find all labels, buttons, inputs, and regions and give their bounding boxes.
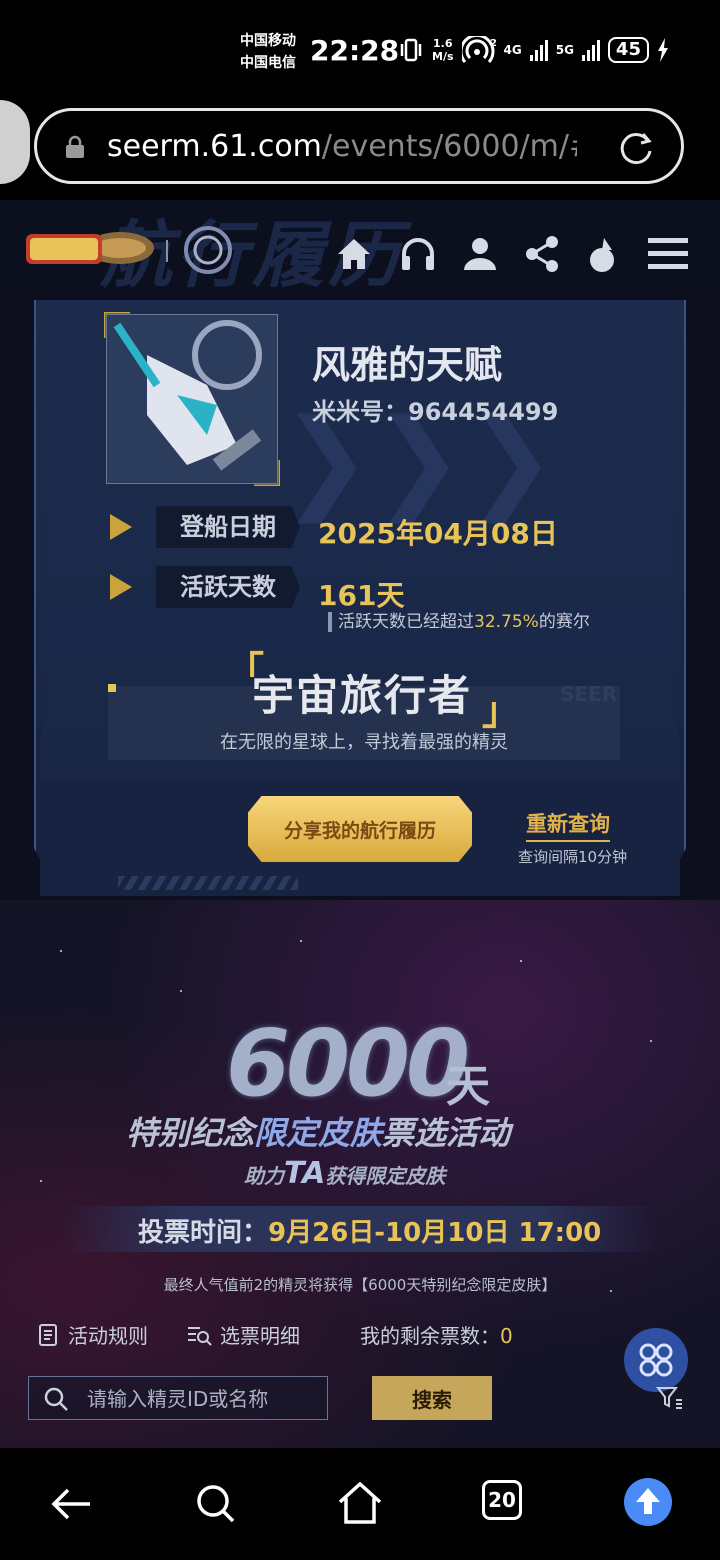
scroll-up-button[interactable] [624, 1478, 672, 1526]
carrier-2: 中国电信 [240, 55, 296, 71]
user-icon[interactable] [460, 234, 500, 274]
remaining-tickets: 我的剩余票数：0 [360, 1324, 513, 1348]
stripe-decoration [118, 876, 298, 890]
spirit-search-box[interactable] [28, 1376, 328, 1420]
signal-1-label: 4G [503, 43, 522, 57]
lock-icon [66, 135, 84, 158]
requery-link[interactable]: 重新查询 [526, 808, 610, 842]
event-title: 特别纪念限定皮肤票选活动 [126, 1114, 511, 1152]
scroll-up-icon [636, 1488, 660, 1514]
hotspot-icon: 2 [461, 36, 496, 63]
carrier-labels: 中国移动 中国电信 [240, 30, 296, 74]
user-name: 风雅的天赋 [312, 343, 503, 387]
signal-2-label: 5G [555, 43, 574, 57]
headset-icon[interactable] [398, 234, 438, 274]
browser-bottom-bar: 20 [0, 1448, 720, 1560]
share-icon[interactable] [522, 234, 562, 274]
vote-details-link[interactable]: 选票明细 [186, 1320, 300, 1349]
filter-icon[interactable] [656, 1384, 684, 1412]
search-icon [44, 1387, 68, 1411]
arrow-icon [110, 514, 132, 540]
event-big-suffix: 天 [446, 1061, 490, 1112]
search-icon[interactable] [190, 1478, 242, 1530]
anniversary-6000-logo [184, 226, 232, 274]
vote-time: 投票时间：9月26日-10月10日 17:00 [138, 1218, 602, 1248]
avatar-frame-corners [104, 312, 280, 486]
grid-circles-icon [639, 1343, 673, 1377]
rules-link[interactable]: 活动规则 [38, 1320, 148, 1349]
decor-dot [108, 684, 116, 692]
side-tab-handle[interactable] [0, 100, 30, 184]
clock: 22:28 [310, 34, 400, 67]
active-days-value: 161天 [318, 579, 405, 612]
net-speed: 1.6 M/s [432, 37, 454, 63]
refresh-icon[interactable] [617, 129, 655, 167]
document-icon [39, 1323, 57, 1346]
home-icon[interactable] [334, 234, 374, 274]
title-description: 在无限的星球上，寻找着最强的精灵 [220, 732, 508, 753]
url-path: /events/6000/m/#ic [321, 129, 577, 164]
floating-menu-button[interactable] [624, 1328, 688, 1392]
seer-logo[interactable] [22, 222, 158, 276]
title-bracket-close: 」 [482, 689, 521, 733]
signal-1-bars-icon [529, 39, 548, 61]
user-id: 米米号：964454499 [312, 398, 559, 426]
spirit-search-input[interactable] [85, 1383, 325, 1415]
vote-reward-note: 最终人气值前2的精灵将获得【6000天特别纪念限定皮肤】 [163, 1276, 557, 1294]
browser-toolbar: seerm.61.com/events/6000/m/#ic [0, 100, 720, 200]
brand-watermark: SEER [560, 682, 618, 706]
back-icon[interactable] [46, 1478, 98, 1530]
requery-interval-note: 查询间隔10分钟 [518, 848, 628, 866]
active-percent: 32.75% [474, 612, 539, 632]
board-date-label: 登船日期 [156, 506, 300, 548]
battery-indicator: 45 [607, 37, 649, 63]
active-days-note: 活跃天数已经超过32.75%的赛尔 [328, 612, 590, 632]
event-subtitle: 助力TA获得限定皮肤 [244, 1156, 446, 1191]
user-title: 宇宙旅行者 [252, 671, 473, 720]
url-domain: seerm.61.com [107, 129, 322, 164]
remaining-tickets-count: 0 [500, 1324, 513, 1348]
carrier-1: 中国移动 [240, 33, 296, 49]
arrow-icon [110, 574, 132, 600]
active-days-label: 活跃天数 [156, 566, 300, 608]
home-icon[interactable] [334, 1478, 386, 1530]
site-header: 航行履历 [0, 200, 720, 300]
share-history-button[interactable]: 分享我的航行履历 [248, 796, 472, 862]
svg-text:2: 2 [490, 38, 496, 49]
event-big-number: 6000 [226, 1010, 470, 1117]
search-button[interactable]: 搜索 [372, 1376, 492, 1420]
star-decoration [300, 940, 302, 942]
star-decoration [40, 1180, 42, 1182]
star-decoration [520, 960, 522, 962]
star-decoration [180, 990, 182, 992]
url-text[interactable]: seerm.61.com/events/6000/m/#ic [107, 129, 577, 164]
menu-icon[interactable] [646, 234, 690, 274]
status-icons: 1.6 M/s 2 4G 5G 45 [398, 36, 669, 64]
event-title-highlight: 限定皮肤 [254, 1114, 383, 1152]
address-bar[interactable]: seerm.61.com/events/6000/m/#ic [34, 108, 684, 184]
status-bar: 中国移动 中国电信 22:28 1.6 M/s 2 4G 5G 45 [0, 0, 720, 104]
star-decoration [60, 950, 62, 952]
list-search-icon [188, 1326, 212, 1346]
logo-divider [166, 240, 168, 262]
star-decoration [650, 1040, 652, 1042]
tabs-icon[interactable]: 20 [482, 1480, 522, 1520]
board-date-value: 2025年04月08日 [318, 517, 558, 550]
charging-icon [657, 38, 668, 62]
vibrate-icon [400, 38, 422, 62]
character-icon[interactable] [584, 234, 624, 274]
signal-2-bars-icon [581, 39, 600, 61]
vote-date: 9月26日-10月10日 17:00 [268, 1218, 602, 1248]
